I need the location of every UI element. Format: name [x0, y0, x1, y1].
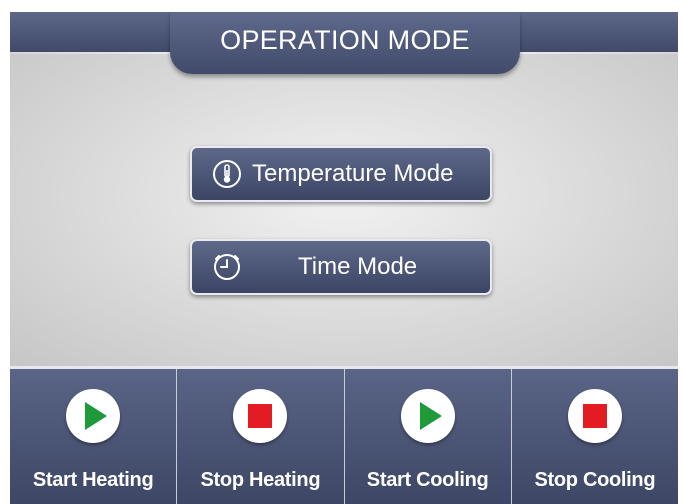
- hmi-screen: Temperature Mode Time Mode OPERATION MOD…: [10, 12, 678, 504]
- temperature-mode-label: Temperature Mode: [252, 160, 454, 187]
- start-heating-button[interactable]: Start Heating: [10, 369, 178, 504]
- clock-icon: [214, 254, 240, 280]
- stop-icon: [582, 404, 607, 428]
- start-heating-label: Start Heating: [32, 469, 154, 491]
- play-icon: [85, 402, 108, 430]
- page-title: OPERATION MODE: [220, 24, 470, 55]
- stop-cooling-label: Stop Cooling: [534, 469, 656, 491]
- start-cooling-label: Start Cooling: [366, 469, 489, 491]
- start-cooling-button[interactable]: Start Cooling: [345, 369, 512, 504]
- start-cooling-circle: [400, 389, 455, 443]
- stop-icon: [248, 404, 273, 428]
- thermometer-icon: [213, 160, 241, 188]
- action-bar: Start Heating Stop Heating Start Cooling: [10, 366, 678, 504]
- title-tab: OPERATION MODE: [170, 12, 520, 74]
- time-mode-label: Time Mode: [298, 253, 418, 280]
- time-mode-button[interactable]: Time Mode: [190, 239, 492, 295]
- stop-heating-button[interactable]: Stop Heating: [177, 369, 345, 504]
- play-icon: [419, 402, 442, 430]
- stop-heating-circle: [233, 389, 288, 443]
- stop-cooling-circle: [567, 389, 622, 443]
- stop-heating-label: Stop Heating: [200, 469, 321, 491]
- stop-cooling-button[interactable]: Stop Cooling: [512, 369, 678, 504]
- start-heating-circle: [66, 389, 121, 443]
- main-panel: Temperature Mode Time Mode: [10, 54, 678, 366]
- temperature-mode-button[interactable]: Temperature Mode: [190, 146, 492, 202]
